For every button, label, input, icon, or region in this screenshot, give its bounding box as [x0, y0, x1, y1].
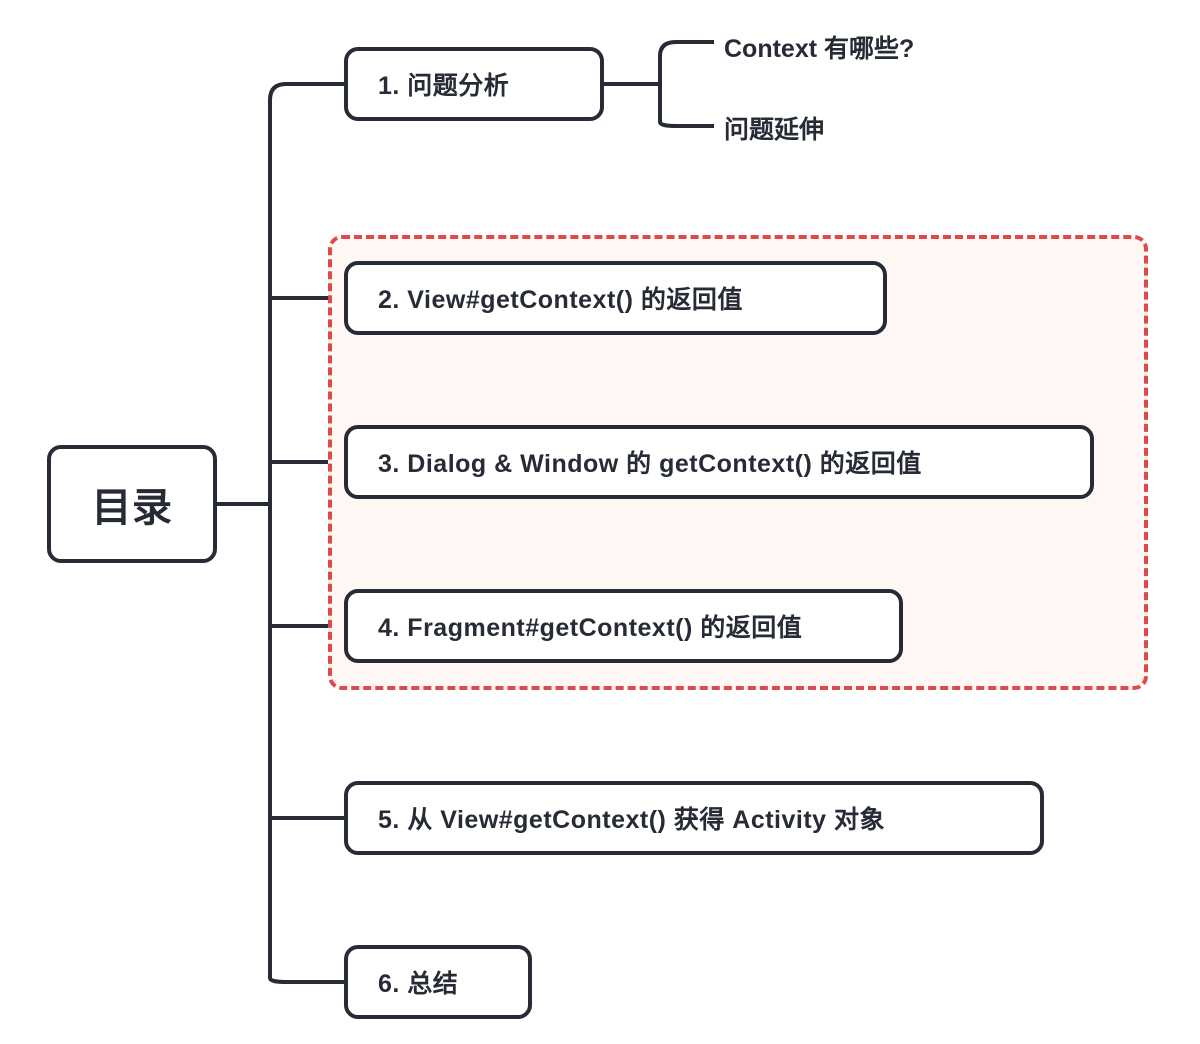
- node-3-label: 3. Dialog & Window 的 getContext() 的返回值: [378, 444, 922, 480]
- node-4-label: 4. Fragment#getContext() 的返回值: [378, 608, 802, 644]
- diagram-canvas: 目录 1. 问题分析 2. View#getContext() 的返回值 3. …: [0, 0, 1200, 1044]
- node-1-label: 1. 问题分析: [378, 66, 509, 102]
- node-6-label: 6. 总结: [378, 964, 458, 1000]
- node-4: 4. Fragment#getContext() 的返回值: [344, 589, 903, 663]
- leaf-2-label: 问题延伸: [724, 116, 824, 144]
- leaf-2: 问题延伸: [724, 110, 824, 146]
- node-3: 3. Dialog & Window 的 getContext() 的返回值: [344, 425, 1094, 499]
- node-2-label: 2. View#getContext() 的返回值: [378, 280, 743, 316]
- node-5-label: 5. 从 View#getContext() 获得 Activity 对象: [378, 800, 885, 836]
- node-5: 5. 从 View#getContext() 获得 Activity 对象: [344, 781, 1044, 855]
- node-6: 6. 总结: [344, 945, 532, 1019]
- root-node: 目录: [47, 445, 217, 563]
- node-1: 1. 问题分析: [344, 47, 604, 121]
- root-label: 目录: [92, 475, 173, 533]
- leaf-1-label: Context 有哪些?: [724, 35, 914, 63]
- node-2: 2. View#getContext() 的返回值: [344, 261, 887, 335]
- leaf-1: Context 有哪些?: [724, 29, 914, 65]
